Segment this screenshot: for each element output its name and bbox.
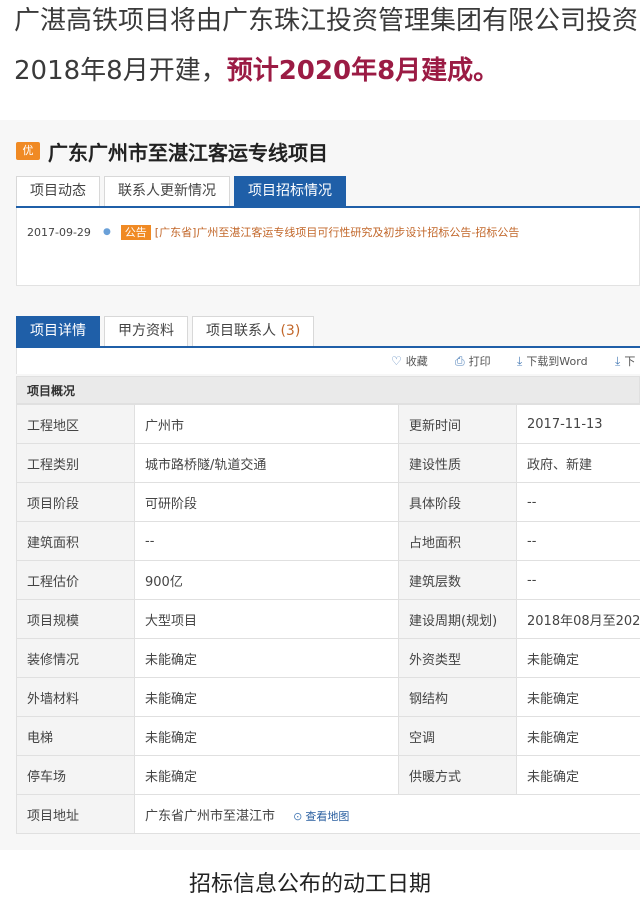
field-label: 供暖方式: [398, 755, 517, 795]
field-value: 未能确定: [516, 638, 640, 678]
table-row: 外墙材料 未能确定 钢结构 未能确定: [16, 677, 640, 717]
project-detail-table: 工程地区 广州市 更新时间 2017-11-13 工程类别 城市路桥隧/轨道交通 建设性质政…: [16, 404, 640, 834]
address-value: 广东省广州市至湛江市: [145, 808, 276, 824]
field-value: 未能确定: [134, 716, 399, 756]
field-value: 可研阶段: [134, 482, 399, 522]
field-value: 2018年08月至2020: [516, 599, 640, 639]
project-title-bar: 优 广东广州市至湛江客运专线项目: [16, 136, 328, 166]
bidding-notice-panel: 2017-09-29 ● 公告 [广东省]广州至湛江客运专线项目可行性研究及初步…: [16, 208, 640, 286]
tab-owner-info[interactable]: 甲方资料: [104, 316, 188, 346]
table-row: 装修情况 未能确定 外资类型 未能确定: [16, 638, 640, 678]
print-label: 打印: [468, 355, 491, 368]
collect-label: 收藏: [405, 355, 428, 368]
table-row: 工程地区 广州市 更新时间 2017-11-13: [16, 404, 640, 444]
view-map-label: 查看地图: [305, 809, 350, 823]
bullet-dot-icon: ●: [102, 227, 111, 237]
article-text-line-1: 广湛高铁项目将由广东珠江投资管理集团有限公司投资: [14, 6, 639, 36]
table-row: 项目阶段 可研阶段 具体阶段 --: [16, 482, 640, 522]
field-value: 未能确定: [134, 677, 399, 717]
notice-row[interactable]: 2017-09-29 ● 公告 [广东省]广州至湛江客运专线项目可行性研究及初步…: [27, 224, 519, 240]
caption-text: 招标信息公布的动工日期: [188, 872, 431, 897]
download-icon: ⤓: [615, 354, 621, 368]
table-row: 建筑面积 -- 占地面积 --: [16, 521, 640, 561]
detail-toolbar: ♡ 收藏 ⎙ 打印 ⤓ 下载到Word ⤓ 下: [16, 348, 640, 374]
notice-badge: 公告: [120, 224, 151, 240]
field-value: 广州市: [134, 404, 399, 444]
field-label: 工程类别: [16, 443, 135, 483]
field-value: 广东省广州市至湛江市 ⊙ 查看地图: [134, 794, 640, 834]
field-value: 未能确定: [516, 716, 640, 756]
download-more-label: 下: [624, 355, 636, 368]
article-text-line-2: 2018年8月开建，预计2020年8月建成。: [14, 56, 499, 86]
printer-icon: ⎙: [455, 354, 465, 368]
view-map-link[interactable]: ⊙ 查看地图: [293, 810, 349, 823]
field-label: 外墙材料: [16, 677, 135, 717]
map-pin-icon: ⊙: [293, 809, 303, 823]
field-label: 外资类型: [398, 638, 517, 678]
tab-project-contacts[interactable]: 项目联系人 (3): [192, 316, 315, 346]
field-label: 建设周期(规划): [398, 599, 517, 639]
field-value: 政府、新建: [516, 443, 640, 483]
download-word-button[interactable]: ⤓ 下载到Word: [517, 348, 588, 374]
field-label: 建筑层数: [398, 560, 517, 600]
contacts-count: (3): [280, 323, 301, 339]
field-label: 停车场: [16, 755, 135, 795]
print-button[interactable]: ⎙ 打印: [455, 348, 491, 374]
field-label: 具体阶段: [398, 482, 517, 522]
download-word-label: 下载到Word: [526, 355, 588, 368]
detail-tabs: 项目详情 甲方资料 项目联系人 (3): [16, 316, 640, 348]
notice-date: 2017-09-29: [27, 225, 91, 239]
field-value: 未能确定: [134, 755, 399, 795]
table-row: 工程类别 城市路桥隧/轨道交通 建设性质 政府、新建: [16, 443, 640, 483]
table-row: 停车场 未能确定 供暖方式 未能确定: [16, 755, 640, 795]
field-value: --: [516, 560, 640, 600]
tab-contact-updates[interactable]: 联系人更新情况: [104, 176, 230, 206]
field-value: 城市路桥隧/轨道交通: [134, 443, 399, 483]
field-value: --: [516, 482, 640, 522]
field-value: --: [134, 521, 399, 561]
field-label: 占地面积: [398, 521, 517, 561]
field-value: 未能确定: [516, 755, 640, 795]
table-row: 项目地址 广东省广州市至湛江市 ⊙ 查看地图: [16, 794, 640, 834]
tab-project-contacts-label: 项目联系人: [206, 323, 276, 339]
project-title: 广东广州市至湛江客运专线项目: [48, 140, 328, 165]
heart-icon: ♡: [391, 354, 402, 368]
tab-bidding-info[interactable]: 项目招标情况: [234, 176, 346, 206]
field-label: 空调: [398, 716, 517, 756]
field-label: 建筑面积: [16, 521, 135, 561]
embedded-screenshot: 优 广东广州市至湛江客运专线项目 项目动态 联系人更新情况 项目招标情况 201…: [0, 120, 640, 850]
field-value: 900亿: [134, 560, 399, 600]
collect-button[interactable]: ♡ 收藏: [391, 348, 428, 374]
table-row: 项目规模 大型项目 建设周期(规划) 2018年08月至2020: [16, 599, 640, 639]
download-icon: ⤓: [517, 354, 523, 368]
field-label: 电梯: [16, 716, 135, 756]
field-value: 大型项目: [134, 599, 399, 639]
field-label: 项目阶段: [16, 482, 135, 522]
table-row: 工程估价 900亿 建筑层数 --: [16, 560, 640, 600]
image-caption: 招标信息公布的动工日期: [0, 866, 640, 898]
field-value: 未能确定: [516, 677, 640, 717]
download-more-button[interactable]: ⤓ 下: [615, 348, 635, 374]
premium-badge: 优: [16, 142, 40, 160]
field-value: 2017-11-13: [516, 404, 640, 444]
field-value: 未能确定: [134, 638, 399, 678]
field-label: 更新时间: [398, 404, 517, 444]
section-title: 项目概况: [16, 376, 640, 404]
field-label: 项目地址: [16, 794, 135, 834]
project-tabs: 项目动态 联系人更新情况 项目招标情况: [16, 176, 640, 208]
field-label: 钢结构: [398, 677, 517, 717]
field-label: 工程地区: [16, 404, 135, 444]
notice-title-link[interactable]: [广东省]广州至湛江客运专线项目可行性研究及初步设计招标公告-招标公告: [155, 224, 520, 240]
article-text-plain: 2018年8月开建，: [14, 56, 227, 86]
tab-project-details[interactable]: 项目详情: [16, 316, 100, 346]
tab-project-news[interactable]: 项目动态: [16, 176, 100, 206]
field-label: 建设性质: [398, 443, 517, 483]
field-label: 装修情况: [16, 638, 135, 678]
field-value: --: [516, 521, 640, 561]
field-label: 工程估价: [16, 560, 135, 600]
field-label: 项目规模: [16, 599, 135, 639]
article-text-highlight: 预计2020年8月建成。: [226, 56, 500, 86]
table-row: 电梯 未能确定 空调 未能确定: [16, 716, 640, 756]
